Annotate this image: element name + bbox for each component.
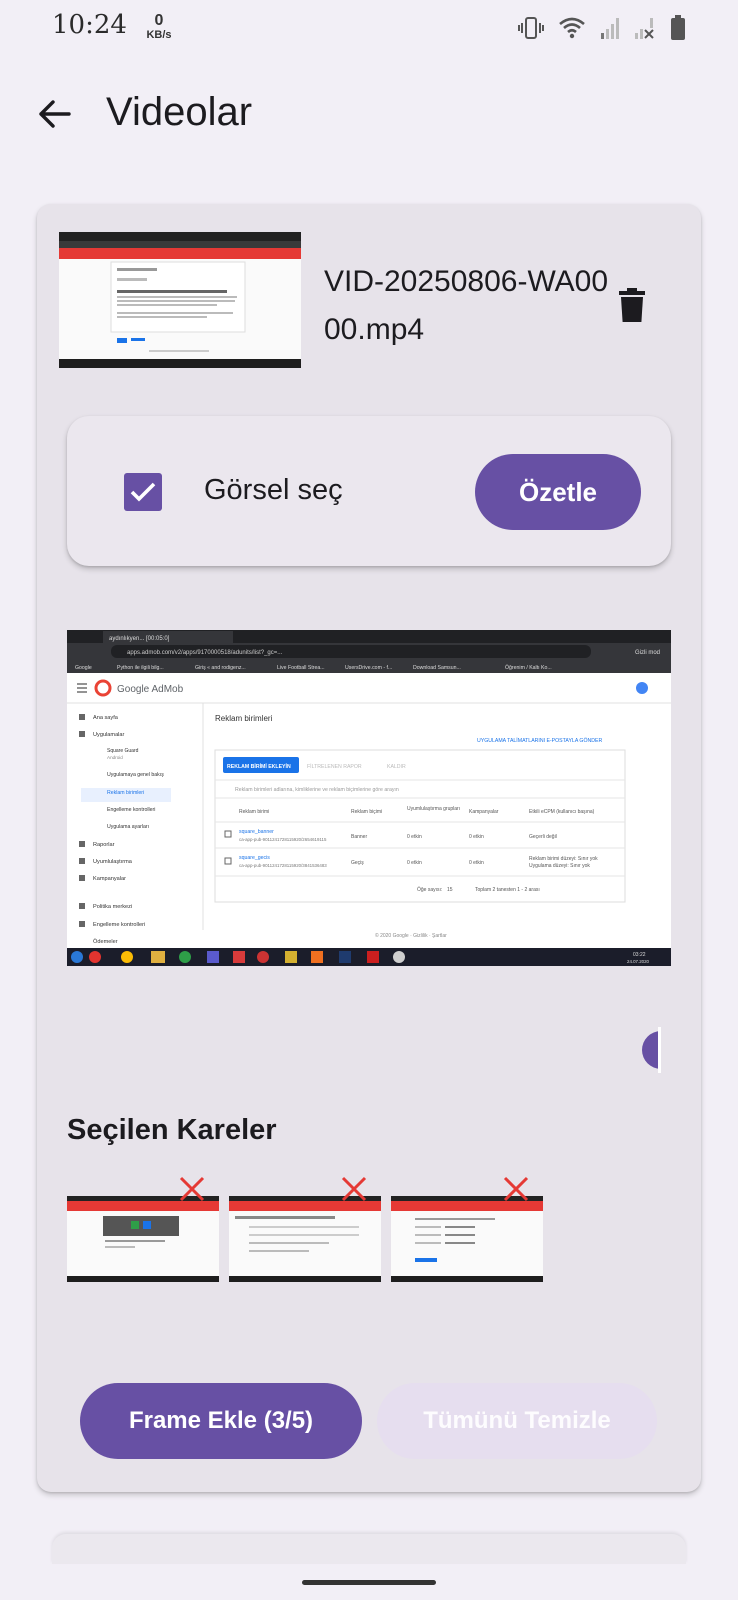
taskbar-date: 24.07.2020 — [627, 959, 650, 964]
bookmark-6: Öğrenim / Kaltı Ko... — [505, 664, 552, 671]
admob-footer: © 2020 Google · Gizlilik · Şartlar — [375, 932, 447, 939]
col-header-4: Etkili eCPM (kullanıcı başına) — [529, 809, 595, 815]
nav-item-5: Reklam birimleri — [107, 790, 144, 796]
table-search: Reklam birimleri adlarına, kimliklerine … — [235, 787, 399, 793]
row0-unit-id: ca-app-pub-9011241728115920/2654619115 — [239, 837, 327, 842]
scroll-handle[interactable] — [641, 1027, 661, 1073]
nav-item-2: Square Guard — [107, 748, 139, 754]
next-video-card — [52, 1534, 686, 1564]
admob-logo-text: Google AdMob — [117, 684, 184, 695]
col-header-3: Kampanyalar — [469, 809, 499, 815]
signal-no-service-icon — [635, 18, 654, 39]
select-image-checkbox[interactable] — [124, 473, 162, 511]
row1-ecpm: Reklam birimi düzeyi: Sınır yok — [529, 856, 598, 862]
browser-url: apps.admob.com/v2/apps/9170000518/adunit… — [127, 650, 283, 656]
back-button[interactable] — [30, 90, 78, 138]
nav-item-7: Uygulama ayarları — [107, 824, 149, 830]
arrow-left-icon — [39, 100, 71, 128]
remove-frame-button[interactable] — [177, 1174, 207, 1204]
network-speed-value: 0 — [154, 12, 164, 29]
row1-unit-id: ca-app-pub-9011241728115920/3841536483 — [239, 863, 327, 868]
row1-unit-name: square_gecis — [239, 855, 270, 861]
delete-video-button[interactable] — [612, 282, 652, 328]
trash-icon — [619, 288, 645, 322]
bookmark-4: UsersDrive.com - f... — [345, 665, 392, 671]
bookmark-2: Giriş « and rodigenz... — [195, 665, 246, 671]
row1-format: Geçiş — [351, 860, 364, 866]
nav-item-4: Uygulamaya genel bakış — [107, 772, 164, 778]
nav-item-8: Raporlar — [93, 842, 115, 848]
bookmark-1: Python ile ilgili bilg... — [117, 665, 164, 671]
selected-frame-thumbnail[interactable] — [391, 1196, 543, 1282]
add-ad-unit-button: REKLAM BİRİMİ EKLEYİN — [227, 763, 291, 770]
row0-campaigns: 0 etkin — [469, 834, 484, 840]
app-bar: Videolar — [0, 60, 738, 170]
selected-frames-title: Seçilen Kareler — [67, 1114, 277, 1146]
close-x-icon — [179, 1176, 205, 1202]
home-indicator[interactable] — [302, 1580, 436, 1585]
bookmark-5: Download Samsun... — [413, 665, 461, 671]
nav-item-10: Kampanyalar — [93, 876, 126, 882]
frame-preview-image: aydınlıkyen... [00:05:0] apps.admob.com/… — [67, 630, 671, 966]
close-x-icon — [503, 1176, 529, 1202]
row0-ecpm: Geçerli değil — [529, 834, 557, 840]
remove-frame-button[interactable] — [339, 1174, 369, 1204]
selected-frame-thumbnail[interactable] — [229, 1196, 381, 1282]
email-instructions-link: UYGULAMA TALİMATLARINI E-POSTAYLA GÖNDER — [477, 737, 602, 744]
network-speed-unit: KB/s — [146, 29, 172, 41]
nav-item-13: Ödemeler — [93, 938, 118, 945]
col-header-2: Uyumlulaştırma grupları — [407, 806, 460, 812]
remove-link: KALDIR — [387, 764, 406, 770]
add-frame-button[interactable]: Frame Ekle (3/5) — [80, 1383, 362, 1459]
wifi-icon — [559, 17, 585, 39]
status-bar: 10:24 0 KB/s — [0, 0, 738, 60]
video-thumbnail[interactable] — [59, 232, 301, 368]
signal-icon — [601, 18, 619, 39]
row1-ecpm-extra: Uygulama düzeyi: Sınır yok — [529, 863, 590, 869]
summarize-button[interactable]: Özetle — [475, 454, 641, 530]
page-title: Videolar — [106, 90, 253, 134]
per-page-label: Öğe sayısı: — [417, 886, 442, 893]
select-image-label: Görsel seç — [204, 474, 343, 506]
nav-item-6: Engelleme kontrolleri — [107, 807, 155, 813]
network-speed: 0 KB/s — [142, 13, 176, 41]
nav-item-1: Uygulamalar — [93, 732, 125, 738]
row0-format: Banner — [351, 834, 367, 840]
clear-all-button[interactable]: Tümünü Temizle — [377, 1383, 657, 1459]
frame-preview[interactable]: aydınlıkyen... [00:05:0] apps.admob.com/… — [67, 630, 671, 966]
nav-item-11: Politika merkezi — [93, 904, 132, 910]
nav-item-0: Ana sayfa — [93, 715, 119, 721]
nav-item-12: Engelleme kontrolleri — [93, 922, 145, 928]
filtered-report-button: FİLTRELENEN RAPOR — [307, 763, 362, 770]
main-page-title: Reklam birimleri — [215, 714, 273, 723]
remove-frame-button[interactable] — [501, 1174, 531, 1204]
nav-item-3: Android — [107, 755, 123, 760]
pagination-text: Toplam 2 tanesten 1 - 2 arası — [475, 887, 540, 893]
nav-item-9: Uyumlulaştırma — [93, 859, 133, 865]
checkmark-icon — [130, 482, 156, 502]
video-file-name: VID-20250806-WA0000.mp4 — [324, 265, 609, 346]
video-card: VID-20250806-WA0000.mp4 Görsel seç Özetl… — [37, 204, 701, 1492]
col-header-0: Reklam birimi — [239, 809, 269, 815]
selected-frame-thumbnail[interactable] — [67, 1196, 219, 1282]
row0-mediation: 0 etkin — [407, 834, 422, 840]
bookmark-3: Live Football Strea... — [277, 665, 325, 671]
row1-mediation: 0 etkin — [407, 860, 422, 866]
col-header-1: Reklam biçimi — [351, 809, 382, 815]
browser-tab-title: aydınlıkyen... [00:05:0] — [109, 636, 170, 642]
video-thumbnail-image — [59, 232, 301, 368]
incognito-label: Gizli mod — [635, 650, 660, 656]
battery-icon — [671, 15, 685, 40]
bookmark-0: Google — [75, 665, 92, 671]
close-x-icon — [341, 1176, 367, 1202]
status-icons — [518, 14, 686, 42]
vibrate-icon — [518, 17, 544, 39]
per-page-value: 15 — [447, 887, 453, 893]
taskbar-clock: 03:22 — [633, 952, 646, 958]
row0-unit-name: square_banner — [239, 829, 274, 835]
frame-select-panel: Görsel seç Özetle — [67, 416, 671, 566]
status-time: 10:24 — [52, 10, 127, 40]
row1-campaigns: 0 etkin — [469, 860, 484, 866]
